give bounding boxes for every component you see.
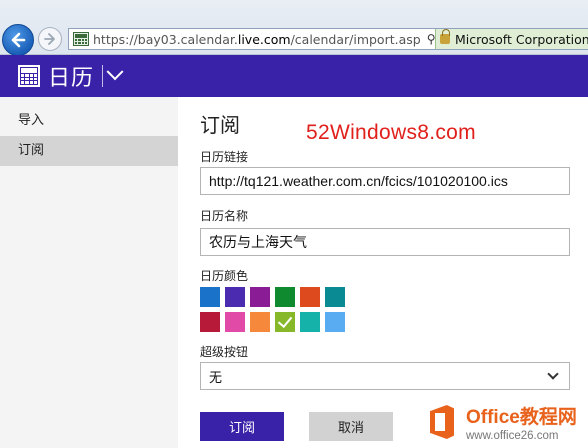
site-watermark: 52Windows8.com — [306, 121, 476, 144]
color-swatch[interactable] — [225, 312, 245, 332]
color-swatch[interactable] — [225, 287, 245, 307]
color-swatch[interactable] — [250, 312, 270, 332]
office-logo-url: www.office26.com — [466, 430, 559, 442]
lock-icon — [440, 29, 450, 44]
page-icon — [73, 32, 89, 46]
arrow-left-icon — [11, 32, 26, 48]
certificate-owner: Microsoft Corporation — [455, 31, 588, 47]
color-swatch[interactable] — [300, 287, 320, 307]
calendar-link-input[interactable]: http://tq121.weather.com.cn/fcics/101020… — [200, 167, 570, 195]
office-logo: Office教程网 www.office26.com — [420, 396, 588, 448]
color-swatch[interactable] — [275, 312, 295, 332]
charms-label: 超级按钮 — [200, 345, 249, 359]
color-swatch[interactable] — [300, 312, 320, 332]
calendar-name-label: 日历名称 — [200, 209, 249, 223]
app-title: 日历 — [48, 66, 95, 91]
color-picker — [200, 287, 345, 332]
page-title: 订阅 — [200, 113, 240, 137]
certificate-badge[interactable]: Microsoft Corporation — [435, 29, 588, 49]
divider — [102, 65, 104, 87]
arrow-right-icon — [44, 33, 55, 45]
color-swatch[interactable] — [250, 287, 270, 307]
calendar-color-label: 日历颜色 — [200, 269, 249, 283]
app-header: 日历 — [0, 55, 588, 97]
chevron-down-icon[interactable] — [106, 63, 124, 81]
cancel-button[interactable]: 取消 — [309, 412, 393, 441]
color-swatch[interactable] — [325, 287, 345, 307]
office-logo-icon — [426, 403, 460, 441]
charms-select-value: 无 — [209, 370, 223, 386]
browser-toolbar: https://bay03.calendar.live.com/calendar… — [0, 0, 588, 56]
charms-select[interactable]: 无 — [200, 362, 570, 390]
sidebar: 导入 订阅 — [0, 97, 178, 448]
color-swatch[interactable] — [275, 287, 295, 307]
subscribe-button[interactable]: 订阅 — [200, 412, 284, 441]
forward-button[interactable] — [38, 27, 62, 51]
chevron-down-icon — [547, 368, 559, 380]
back-button[interactable] — [2, 24, 34, 56]
color-swatch[interactable] — [325, 312, 345, 332]
sidebar-item-import[interactable]: 导入 — [0, 106, 178, 136]
calendar-name-input[interactable]: 农历与上海天气 — [200, 228, 570, 256]
color-swatch[interactable] — [200, 287, 220, 307]
office-logo-name: Office教程网 — [466, 407, 577, 428]
url-text[interactable]: https://bay03.calendar.live.com/calendar… — [93, 32, 421, 47]
calendar-link-label: 日历链接 — [200, 150, 249, 164]
color-swatch[interactable] — [200, 312, 220, 332]
sidebar-item-subscribe[interactable]: 订阅 — [0, 136, 178, 166]
calendar-icon — [18, 65, 40, 87]
